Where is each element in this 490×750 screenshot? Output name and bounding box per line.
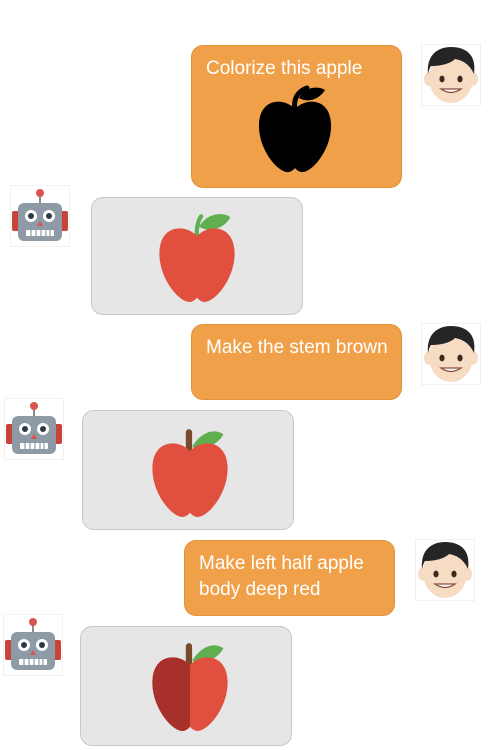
robot-avatar-icon xyxy=(4,398,64,460)
robot-avatar-icon xyxy=(10,185,70,247)
user-message-bubble: Make the stem brown xyxy=(191,324,402,400)
user-message-text: Make the stem brown xyxy=(206,337,388,358)
bot-message-bubble xyxy=(80,626,292,746)
user-avatar-icon xyxy=(421,323,481,385)
user-message-text: Make left half apple body deep red xyxy=(199,553,364,600)
bot-message-bubble xyxy=(82,410,294,530)
user-message-bubble: Make left half apple body deep red xyxy=(184,540,395,616)
black-apple-silhouette-image xyxy=(258,85,332,173)
two-tone-red-apple-image xyxy=(152,643,228,731)
user-message-bubble: Colorize this apple xyxy=(191,45,402,188)
robot-avatar-icon xyxy=(3,614,63,676)
bot-message-bubble xyxy=(91,197,303,315)
red-apple-brown-stem-image xyxy=(152,429,228,517)
user-avatar-icon xyxy=(421,44,481,106)
red-apple-green-stem-image xyxy=(159,214,235,302)
user-avatar-icon xyxy=(415,539,475,601)
user-message-text: Colorize this apple xyxy=(206,58,363,79)
